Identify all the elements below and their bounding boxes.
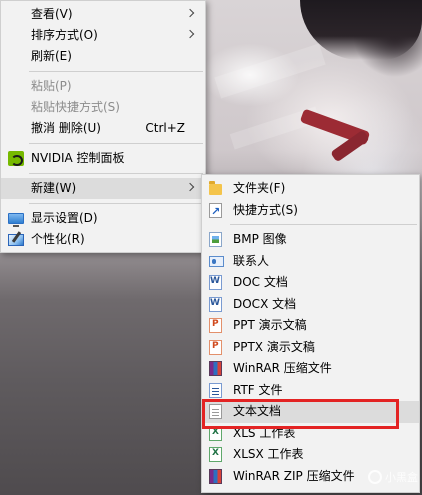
menu-item-personalize[interactable]: 个性化(R) (1, 229, 205, 250)
menu-item-label: 查看(V) (31, 7, 73, 21)
watermark-logo-icon (368, 470, 382, 484)
desktop-context-menu: 查看(V) 排序方式(O) 刷新(E) 粘贴(P) 粘贴快捷方式(S) 撤消 删… (0, 0, 206, 253)
menu-item-shortcut: Ctrl+Z (145, 121, 185, 135)
menu-item-view[interactable]: 查看(V) (1, 4, 205, 25)
display-settings-icon (8, 213, 24, 227)
submenu-item-label: PPTX 演示文稿 (233, 339, 315, 354)
contact-icon (209, 255, 224, 267)
menu-separator (29, 203, 203, 204)
submenu-item-xlsx[interactable]: XLSX 工作表 (202, 443, 419, 466)
menu-separator (29, 71, 203, 72)
winrar-icon (209, 361, 222, 376)
submenu-item-text-document[interactable]: 文本文档 (202, 401, 419, 423)
menu-item-undo-delete[interactable]: 撤消 删除(U) Ctrl+Z (1, 118, 205, 139)
wallpaper-streak (214, 43, 326, 99)
nvidia-icon (8, 151, 24, 166)
submenu-item-label: XLSX 工作表 (233, 447, 304, 461)
submenu-item-docx[interactable]: DOCX 文档 (202, 293, 419, 316)
personalize-icon (8, 234, 24, 246)
menu-item-sort-by[interactable]: 排序方式(O) (1, 25, 205, 46)
winrar-zip-icon (209, 468, 222, 484)
submenu-item-label: WinRAR 压缩文件 (233, 361, 332, 375)
shortcut-icon (209, 201, 222, 222)
submenu-item-label: 快捷方式(S) (233, 202, 298, 217)
submenu-item-winrar[interactable]: WinRAR 压缩文件 (202, 358, 419, 380)
watermark: 小黑盒 (368, 469, 418, 485)
menu-item-new[interactable]: 新建(W) (1, 178, 205, 199)
submenu-item-xls[interactable]: XLS 工作表 (202, 422, 419, 445)
text-file-icon (209, 404, 222, 419)
menu-item-label: NVIDIA 控制面板 (31, 151, 125, 165)
menu-item-label: 粘贴快捷方式(S) (31, 100, 120, 114)
rtf-file-icon (209, 382, 222, 398)
menu-item-label: 撤消 删除(U) (31, 121, 101, 135)
submenu-item-bmp-image[interactable]: BMP 图像 (202, 229, 419, 251)
menu-item-label: 个性化(R) (31, 232, 85, 246)
menu-item-label: 粘贴(P) (31, 79, 72, 93)
menu-separator (230, 224, 417, 225)
menu-item-paste[interactable]: 粘贴(P) (1, 76, 205, 97)
menu-item-paste-shortcut[interactable]: 粘贴快捷方式(S) (1, 97, 205, 118)
chevron-right-icon (185, 182, 195, 192)
xls-file-icon (209, 422, 222, 443)
submenu-item-label: BMP 图像 (233, 232, 287, 246)
menu-item-label: 显示设置(D) (31, 211, 98, 225)
chevron-right-icon (185, 29, 195, 39)
submenu-item-label: 文本文档 (233, 404, 282, 418)
watermark-text: 小黑盒 (385, 471, 418, 484)
chevron-right-icon (185, 8, 195, 18)
submenu-item-label: PPT 演示文稿 (233, 318, 307, 332)
menu-separator (29, 173, 203, 174)
submenu-item-folder[interactable]: 文件夹(F) (202, 178, 419, 200)
new-submenu: 文件夹(F) 快捷方式(S) BMP 图像 联系人 DOC 文档 DOCX 文档… (201, 174, 420, 493)
pptx-file-icon (209, 336, 222, 357)
menu-item-refresh[interactable]: 刷新(E) (1, 46, 205, 67)
submenu-item-label: WinRAR ZIP 压缩文件 (233, 468, 355, 483)
ppt-file-icon (209, 314, 222, 336)
submenu-item-rtf[interactable]: RTF 文件 (202, 380, 419, 402)
submenu-item-label: XLS 工作表 (233, 425, 296, 440)
menu-separator (29, 143, 203, 144)
menu-item-nvidia-control-panel[interactable]: NVIDIA 控制面板 (1, 148, 205, 169)
xlsx-file-icon (209, 443, 222, 465)
submenu-item-ppt[interactable]: PPT 演示文稿 (202, 314, 419, 337)
submenu-item-label: DOC 文档 (233, 275, 288, 289)
submenu-item-shortcut[interactable]: 快捷方式(S) (202, 200, 419, 222)
bmp-image-icon (209, 232, 222, 247)
docx-file-icon (209, 293, 222, 314)
menu-item-display-settings[interactable]: 显示设置(D) (1, 208, 205, 229)
submenu-item-contact[interactable]: 联系人 (202, 251, 419, 273)
submenu-item-label: RTF 文件 (233, 382, 283, 397)
doc-file-icon (209, 271, 222, 293)
menu-item-label: 刷新(E) (31, 49, 72, 63)
menu-item-label: 新建(W) (31, 181, 77, 195)
menu-item-label: 排序方式(O) (31, 28, 98, 42)
submenu-item-label: 联系人 (233, 253, 270, 268)
submenu-item-pptx[interactable]: PPTX 演示文稿 (202, 336, 419, 359)
submenu-item-label: 文件夹(F) (233, 181, 286, 195)
submenu-item-label: DOCX 文档 (233, 296, 297, 311)
submenu-item-doc[interactable]: DOC 文档 (202, 271, 419, 294)
folder-icon (209, 181, 222, 195)
